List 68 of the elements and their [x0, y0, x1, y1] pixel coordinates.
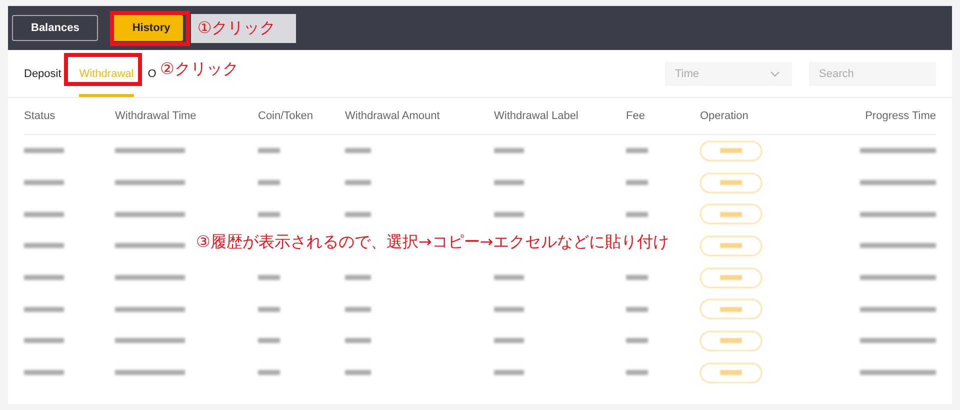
column-header: Progress Time: [865, 110, 936, 122]
details-button[interactable]: [700, 236, 762, 256]
blurred-text: [24, 148, 64, 154]
blurred-text: [626, 338, 648, 344]
details-button[interactable]: [700, 140, 762, 161]
blurred-text: [258, 212, 280, 217]
tab[interactable]: History: [113, 15, 184, 41]
blurred-text: [258, 306, 280, 312]
blurred-text: [115, 275, 185, 280]
search-field[interactable]: Search: [809, 62, 936, 86]
blurred-text: [115, 338, 185, 344]
blurred-text: [258, 370, 280, 376]
blurred-text: [626, 370, 648, 376]
blurred-text: [345, 212, 371, 217]
column-header: Coin/Token: [258, 110, 314, 122]
details-button[interactable]: [700, 362, 762, 383]
tab[interactable]: O: [148, 50, 156, 97]
blurred-text: [115, 180, 185, 186]
blurred-text: [494, 148, 524, 154]
blurred-text: [24, 338, 64, 344]
chevron-icon: [770, 70, 780, 76]
blurred-text: [258, 275, 280, 280]
blurred-text: [626, 306, 648, 312]
details-button[interactable]: [700, 299, 762, 320]
blurred-text: [24, 275, 64, 280]
blurred-text: [494, 338, 524, 344]
annotation-label: ②クリック: [160, 59, 238, 80]
blurred-text: [115, 370, 185, 376]
blurred-text: [258, 180, 280, 186]
blurred-text: [115, 306, 185, 312]
column-header: Status: [24, 110, 56, 122]
details-button[interactable]: [700, 172, 762, 193]
blurred-text: [345, 148, 371, 154]
blurred-text: [494, 370, 524, 376]
column-header: Withdrawal Time: [115, 110, 198, 122]
annotation-label: ①クリック: [197, 18, 276, 38]
blurred-text: [24, 243, 64, 248]
blurred-text: [115, 243, 185, 248]
blurred-text: [626, 148, 648, 154]
blurred-text: [345, 180, 371, 186]
details-button[interactable]: [700, 204, 762, 224]
column-header: Fee: [626, 110, 646, 122]
blurred-text: [24, 370, 64, 376]
details-button[interactable]: [700, 330, 762, 351]
blurred-text: [626, 212, 648, 217]
column-header: Withdrawal Amount: [345, 110, 441, 122]
blurred-text: [258, 338, 280, 344]
blurred-text: [24, 212, 64, 217]
blurred-text: [258, 148, 280, 154]
column-header: Operation: [700, 110, 750, 122]
blurred-text: [345, 275, 371, 280]
blurred-text: [24, 306, 64, 312]
tab[interactable]: Deposit: [24, 50, 62, 97]
blurred-text: [345, 306, 371, 312]
blurred-text: [494, 306, 524, 312]
blurred-text: [494, 212, 524, 217]
blurred-text: [626, 180, 648, 186]
blurred-text: [24, 180, 64, 186]
details-button[interactable]: [700, 268, 762, 288]
blurred-text: [626, 275, 648, 280]
blurred-text: [494, 275, 524, 280]
column-header: Withdrawal Label: [494, 110, 580, 122]
blurred-text: [345, 338, 371, 344]
blurred-text: [345, 370, 371, 376]
tab[interactable]: Balances: [12, 15, 98, 41]
blurred-text: [494, 180, 524, 186]
blurred-text: [115, 212, 185, 217]
blurred-text: [115, 148, 185, 154]
